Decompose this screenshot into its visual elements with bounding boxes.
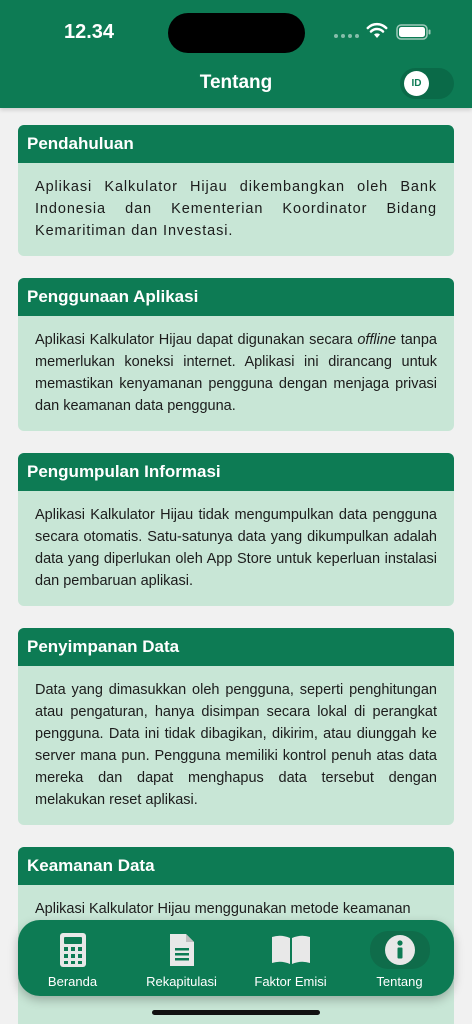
card-heading: Keamanan Data xyxy=(18,847,454,885)
language-toggle-knob: ID xyxy=(404,71,429,96)
card-pengumpulan-informasi: Pengumpulan Informasi Aplikasi Kalkulato… xyxy=(18,453,454,606)
nav-item-tentang[interactable]: Tentang xyxy=(345,920,454,996)
signal-icon xyxy=(334,34,359,38)
home-indicator xyxy=(152,1010,320,1015)
card-body: Aplikasi Kalkulator Hijau tidak mengumpu… xyxy=(35,507,437,589)
nav-label: Faktor Emisi xyxy=(254,974,327,989)
document-icon xyxy=(168,931,196,969)
book-icon xyxy=(270,931,312,969)
nav-label: Beranda xyxy=(47,974,98,989)
info-icon xyxy=(369,931,430,969)
language-toggle[interactable]: ID xyxy=(400,68,454,99)
nav-label: Tentang xyxy=(376,974,423,989)
card-heading: Pengumpulan Informasi xyxy=(18,453,454,491)
card-body: Aplikasi Kalkulator Hijau dapat digunaka… xyxy=(35,332,437,414)
card-penggunaan-aplikasi: Penggunaan Aplikasi Aplikasi Kalkulator … xyxy=(18,278,454,431)
card-pendahuluan: Pendahuluan Aplikasi Kalkulator Hijau di… xyxy=(18,125,454,256)
nav-item-beranda[interactable]: Beranda xyxy=(18,920,127,996)
card-heading: Pendahuluan xyxy=(18,125,454,163)
card-heading: Penyimpanan Data xyxy=(18,628,454,666)
nav-label: Rekapitulasi xyxy=(146,974,217,989)
card-body-emphasis: offline xyxy=(357,332,397,348)
nav-item-faktor-emisi[interactable]: Faktor Emisi xyxy=(236,920,345,996)
status-time: 12.34 xyxy=(64,21,115,43)
card-heading: Penggunaan Aplikasi xyxy=(18,278,454,316)
wifi-icon xyxy=(366,23,388,38)
app-header: 12.34 Tentang ID xyxy=(0,0,472,108)
nav-item-rekapitulasi[interactable]: Rekapitulasi xyxy=(127,920,236,996)
card-body: Aplikasi Kalkulator Hijau menggunakan me… xyxy=(35,901,411,917)
dynamic-island xyxy=(168,13,305,53)
card-body: Aplikasi Kalkulator Hijau dikembangkan o… xyxy=(35,179,437,239)
card-body: Data yang dimasukkan oleh pengguna, sepe… xyxy=(35,682,437,808)
content-scroll[interactable]: Pendahuluan Aplikasi Kalkulator Hijau di… xyxy=(0,108,472,1024)
calculator-icon xyxy=(59,931,87,969)
battery-icon xyxy=(396,24,431,40)
card-penyimpanan-data: Penyimpanan Data Data yang dimasukkan ol… xyxy=(18,628,454,825)
bottom-navigation: Beranda Rekapitulasi Faktor Emisi Tentan… xyxy=(18,920,454,996)
